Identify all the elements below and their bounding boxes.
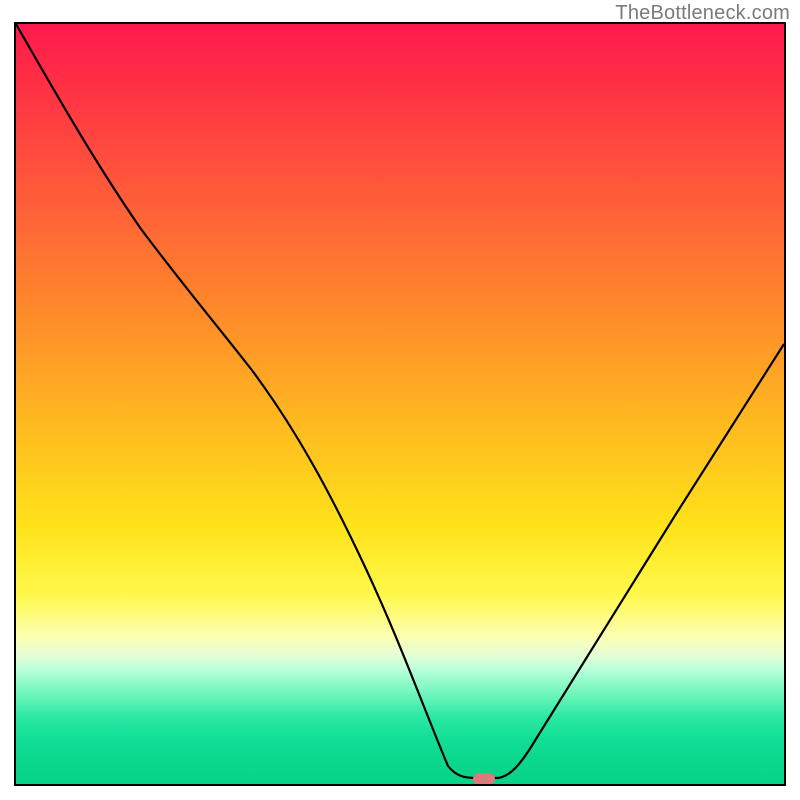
curve-svg [16, 24, 784, 784]
chart-wrapper: TheBottleneck.com [0, 0, 800, 800]
bottleneck-curve [16, 24, 784, 778]
minimum-marker [473, 773, 495, 785]
plot-area [14, 22, 786, 786]
